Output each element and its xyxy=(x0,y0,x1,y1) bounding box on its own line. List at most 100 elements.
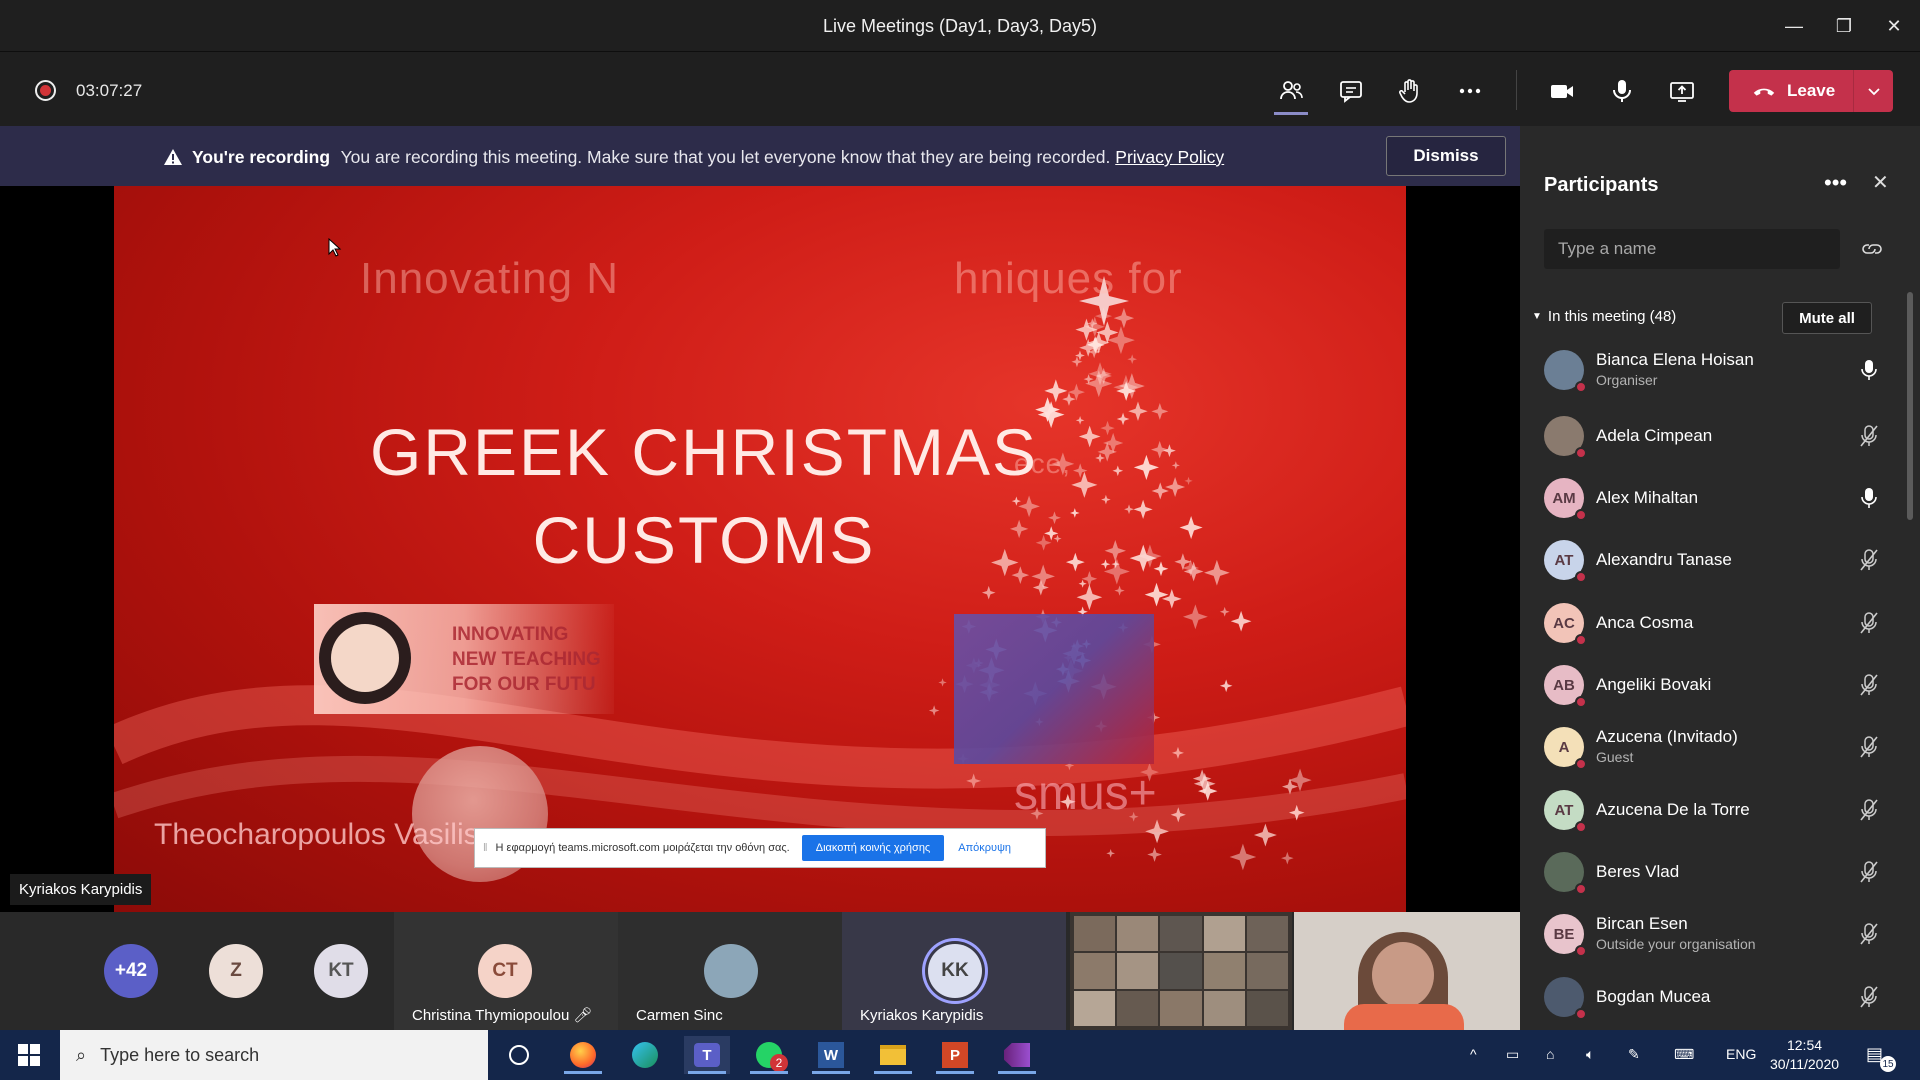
share-screen-button[interactable] xyxy=(1665,74,1699,108)
volume-icon[interactable]: 🔈︎ xyxy=(1586,1046,1594,1063)
dismiss-button[interactable]: Dismiss xyxy=(1386,136,1506,176)
share-invite-icon[interactable] xyxy=(1861,239,1883,259)
speaker-video-face xyxy=(1372,942,1434,1008)
leave-main[interactable]: Leave xyxy=(1729,70,1853,112)
hide-notification-button[interactable]: Απόκρυψη xyxy=(958,842,1011,854)
active-indicator xyxy=(998,1071,1036,1074)
participant-name: Azucena De la Torre xyxy=(1596,800,1750,819)
taskbar-whatsapp[interactable]: 2 xyxy=(746,1036,792,1074)
restore-button[interactable]: ❐ xyxy=(1830,12,1858,40)
taskbar-clock[interactable]: 12:54 30/11/2020 xyxy=(1770,1036,1839,1074)
participant-avatar-kt[interactable]: KT xyxy=(314,944,368,998)
chat-button[interactable] xyxy=(1334,74,1368,108)
active-indicator xyxy=(874,1071,912,1074)
participant-row[interactable]: Bianca Elena Hoisan Organiser xyxy=(1544,342,1880,398)
leave-button[interactable]: Leave xyxy=(1729,70,1893,112)
taskbar-teams[interactable]: T xyxy=(684,1036,730,1074)
network-icon[interactable]: ⌂ xyxy=(1546,1046,1554,1062)
close-window-button[interactable]: ✕ xyxy=(1880,12,1908,40)
stop-sharing-button[interactable]: Διακοπή κοινής χρήσης xyxy=(801,835,945,861)
overflow-participants-button[interactable]: +42 xyxy=(104,944,158,998)
tree-sparkle xyxy=(1229,843,1257,871)
microphone-muted-icon[interactable] xyxy=(1858,860,1880,884)
participant-search-input[interactable] xyxy=(1544,229,1840,269)
taskbar-powerpoint[interactable]: P xyxy=(932,1036,978,1074)
microphone-muted-icon[interactable] xyxy=(1858,548,1880,572)
cortana-button[interactable] xyxy=(496,1036,542,1074)
minimize-button[interactable]: — xyxy=(1780,12,1808,40)
mute-all-button[interactable]: Mute all xyxy=(1782,302,1872,334)
microphone-muted-icon[interactable] xyxy=(1858,798,1880,822)
microphone-muted-icon[interactable] xyxy=(1858,673,1880,697)
leave-options-button[interactable] xyxy=(1853,70,1893,112)
microphone-muted-icon[interactable] xyxy=(1858,611,1880,635)
presenter-name-label: Kyriakos Karypidis xyxy=(10,874,152,905)
taskbar-edge[interactable] xyxy=(622,1036,668,1074)
cortana-icon xyxy=(509,1045,529,1065)
panel-close-button[interactable]: ✕ xyxy=(1872,170,1889,195)
participant-row[interactable]: AT Azucena De la Torre xyxy=(1544,782,1880,838)
active-indicator xyxy=(936,1071,974,1074)
participant-row[interactable]: AB Angeliki Bovaki xyxy=(1544,657,1880,713)
start-button[interactable] xyxy=(18,1044,40,1071)
video-tile-gallery[interactable] xyxy=(1070,912,1292,1030)
camera-button[interactable] xyxy=(1545,74,1579,108)
microphone-muted-icon[interactable] xyxy=(1858,424,1880,448)
drag-handle-icon[interactable]: ‖ xyxy=(483,842,488,854)
edge-icon xyxy=(632,1042,658,1068)
slide-faint-heading-left: Innovating N xyxy=(360,254,620,303)
participant-avatar xyxy=(1544,350,1587,393)
taskbar-visual-studio[interactable] xyxy=(994,1036,1040,1074)
participant-tile-kyriakos[interactable]: KK Kyriakos Karypidis xyxy=(842,912,1066,1030)
participant-row[interactable]: Adela Cimpean xyxy=(1544,408,1880,464)
participant-row[interactable]: A Azucena (Invitado) Guest xyxy=(1544,719,1880,775)
microphone-icon[interactable] xyxy=(1858,358,1880,382)
participant-row[interactable]: AC Anca Cosma xyxy=(1544,595,1880,651)
language-indicator[interactable]: ENG xyxy=(1726,1046,1756,1062)
participant-row[interactable]: Beres Vlad xyxy=(1544,844,1880,900)
pen-icon[interactable]: ✎ xyxy=(1628,1046,1640,1063)
participant-row[interactable]: Bogdan Mucea xyxy=(1544,969,1880,1025)
taskbar-word[interactable]: W xyxy=(808,1036,854,1074)
microphone-button[interactable] xyxy=(1605,74,1639,108)
tree-sparkle xyxy=(1182,604,1208,630)
video-tile-speaker[interactable] xyxy=(1294,912,1520,1030)
microphone-muted-icon[interactable] xyxy=(1858,985,1880,1009)
recording-text: You are recording this meeting. Make sur… xyxy=(340,147,1111,167)
participant-avatar xyxy=(1544,852,1587,895)
taskbar-file-explorer[interactable] xyxy=(870,1036,916,1074)
tree-sparkle xyxy=(1114,585,1125,596)
keyboard-icon[interactable]: ⌨ xyxy=(1674,1046,1694,1063)
taskbar-firefox[interactable] xyxy=(560,1036,606,1074)
participant-tile-christina[interactable]: CT Christina Thymiopoulou 🎤︎ xyxy=(394,912,618,1030)
erasmus-text: smus+ xyxy=(1014,767,1157,820)
panel-scrollbar[interactable] xyxy=(1907,292,1913,520)
show-hidden-icons-button[interactable]: ^ xyxy=(1470,1046,1477,1062)
active-indicator xyxy=(750,1071,788,1074)
tree-sparkle xyxy=(1183,561,1204,582)
presence-status-icon xyxy=(1575,381,1587,393)
participant-row[interactable]: BE Bircan Esen Outside your organisation xyxy=(1544,906,1880,962)
battery-icon[interactable]: ▭ xyxy=(1506,1046,1519,1063)
panel-more-button[interactable]: ••• xyxy=(1824,170,1847,196)
microphone-muted-icon[interactable] xyxy=(1858,735,1880,759)
in-meeting-count: In this meeting (48) xyxy=(1547,308,1677,325)
microphone-icon[interactable] xyxy=(1858,486,1880,510)
participant-row[interactable]: AM Alex Mihaltan xyxy=(1544,470,1880,526)
tree-sparkle xyxy=(1179,516,1203,540)
participant-tile-carmen[interactable]: Carmen Sinc xyxy=(618,912,842,1030)
participant-avatar-z[interactable]: Z xyxy=(209,944,263,998)
taskbar-search-box[interactable]: ⌕ Type here to search xyxy=(60,1030,488,1080)
participants-button[interactable] xyxy=(1274,74,1308,108)
participant-strip: +42 Z KT CT Christina Thymiopoulou 🎤︎ Ca… xyxy=(0,912,1520,1030)
notifications-button[interactable]: ▤ 15 xyxy=(1866,1040,1896,1072)
participant-row[interactable]: AT Alexandru Tanase xyxy=(1544,532,1880,588)
in-meeting-section-header[interactable]: ▼ In this meeting (48) xyxy=(1532,308,1676,325)
more-actions-button[interactable] xyxy=(1453,74,1487,108)
participant-tile-name: Kyriakos Karypidis xyxy=(860,1007,984,1024)
microphone-muted-icon[interactable] xyxy=(1858,922,1880,946)
participant-avatar: AC xyxy=(1544,603,1587,646)
gallery-grid xyxy=(1074,916,1288,1026)
privacy-policy-link[interactable]: Privacy Policy xyxy=(1115,147,1224,167)
raise-hand-button[interactable] xyxy=(1393,74,1427,108)
